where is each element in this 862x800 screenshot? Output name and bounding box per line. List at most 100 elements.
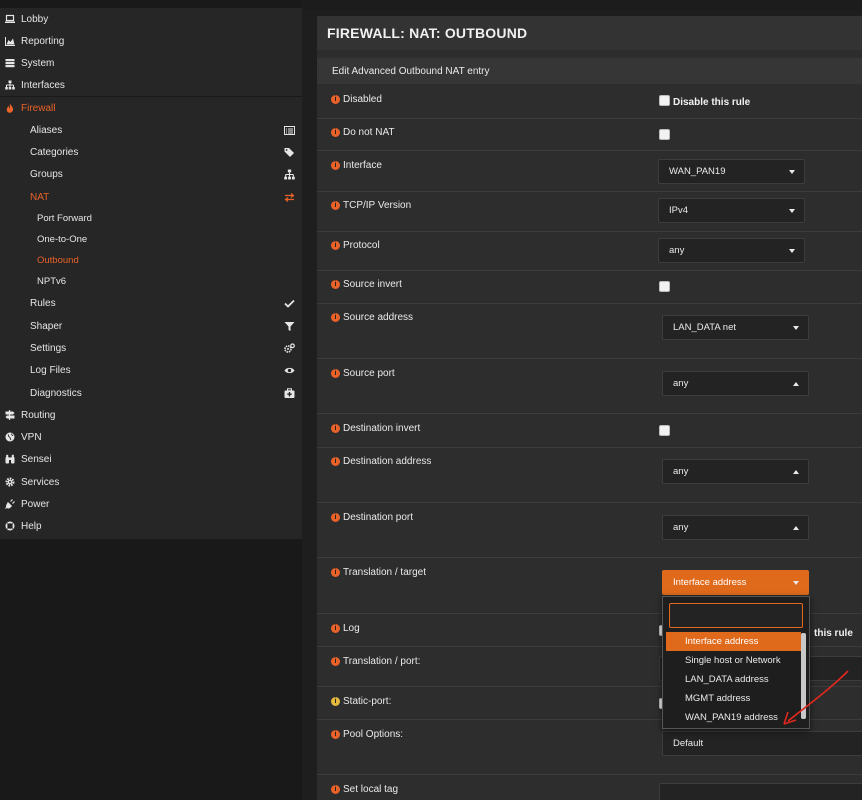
protocol-select[interactable]: any [658,238,805,263]
info-icon[interactable]: i [331,730,340,739]
life-ring-icon [4,521,16,531]
info-icon[interactable]: i [331,424,340,433]
sidebar-item-label: Routing [21,409,56,421]
sidebar-item-one-to-one[interactable]: One-to-One [37,229,87,250]
info-icon[interactable]: i [331,241,340,250]
row-divider [317,774,862,775]
info-icon[interactable]: i [331,785,340,794]
sidebar-item-outbound[interactable]: Outbound [37,250,79,271]
sidebar-item-help[interactable]: Help [0,515,302,537]
sidebar-item-diagnostics[interactable]: Diagnostics [30,382,82,404]
info-icon[interactable]: i [331,568,340,577]
disabled-checkbox-label: Disable this rule [673,97,751,108]
sidebar-item-power[interactable]: Power [0,493,302,515]
info-icon[interactable]: i [331,624,340,633]
source-port-select[interactable]: any [662,371,809,396]
sidebar: Lobby Reporting System Interfaces Firewa… [0,0,302,800]
sidebar-item-label: Interfaces [21,79,65,91]
dropdown-option-interface-address[interactable]: Interface address [666,632,801,651]
sitemap-icon [283,168,295,180]
list-alt-icon [283,124,295,136]
source-invert-checkbox[interactable] [659,281,670,292]
sidebar-item-sensei[interactable]: Sensei [0,448,302,470]
info-icon[interactable]: i [331,95,340,104]
info-icon[interactable]: i [331,201,340,210]
log-label: i Log [331,623,360,634]
destination-invert-checkbox[interactable] [659,425,670,436]
destination-port-label: i Destination port [331,512,413,523]
info-icon[interactable]: i [331,128,340,137]
sidebar-item-label: Lobby [21,13,49,25]
form-header: Edit Advanced Outbound NAT entry [317,58,862,84]
server-icon [4,58,16,68]
row-divider [317,413,862,414]
static-port-label: i Static-port: [331,696,391,707]
sidebar-item-nat[interactable]: NAT [30,186,49,208]
sidebar-item-categories[interactable]: Categories [30,141,78,163]
cog-icon [4,477,16,487]
sidebar-item-rules[interactable]: Rules [30,292,56,314]
row-divider [317,191,862,192]
source-address-select[interactable]: LAN_DATA net [662,315,809,340]
info-icon[interactable]: i [331,513,340,522]
info-icon[interactable]: i [331,457,340,466]
translation-target-select[interactable]: Interface address [662,570,809,595]
chevron-down-icon [793,581,799,585]
chevron-up-icon [793,382,799,386]
sidebar-item-label: Power [21,498,50,510]
destination-address-select[interactable]: any [662,459,809,484]
info-icon[interactable]: i [331,369,340,378]
sidebar-item-label: Services [21,476,60,488]
sidebar-item-vpn[interactable]: VPN [0,426,302,448]
sitemap-icon [4,80,16,90]
row-divider [317,270,862,271]
translation-port-label: i Translation / port: [331,656,420,667]
sidebar-item-routing[interactable]: Routing [0,404,302,426]
pool-options-label: i Pool Options: [331,729,403,740]
sidebar-item-shaper[interactable]: Shaper [30,315,62,337]
pool-options-select[interactable]: Default [662,731,862,756]
set-local-tag-label: i Set local tag [331,784,398,795]
sidebar-item-system[interactable]: System [0,52,302,74]
info-icon[interactable]: i [331,161,340,170]
sidebar-item-groups[interactable]: Groups [30,163,63,185]
do-not-nat-checkbox[interactable] [659,129,670,140]
info-icon[interactable]: i [331,280,340,289]
sidebar-item-log-files[interactable]: Log Files [30,359,71,381]
disabled-label: i Disabled [331,94,382,105]
sidebar-item-firewall[interactable]: Firewall [0,97,302,119]
sidebar-item-nptv6[interactable]: NPTv6 [37,271,66,292]
sidebar-item-port-forward[interactable]: Port Forward [37,208,92,229]
set-local-tag-input[interactable] [659,783,862,800]
sidebar-item-label: Sensei [21,453,52,465]
interface-select[interactable]: WAN_PAN19 [658,159,805,184]
info-icon[interactable]: i [331,657,340,666]
source-invert-label: i Source invert [331,279,402,290]
medkit-icon [283,387,295,399]
sidebar-item-reporting[interactable]: Reporting [0,30,302,52]
destination-address-label: i Destination address [331,456,431,467]
row-divider [317,502,862,503]
sidebar-item-services[interactable]: Services [0,471,302,493]
source-port-label: i Source port [331,368,395,379]
info-icon[interactable]: i [331,313,340,322]
tcpip-version-select[interactable]: IPv4 [658,198,805,223]
sidebar-item-aliases[interactable]: Aliases [30,119,62,141]
source-address-label: i Source address [331,312,413,323]
sidebar-item-label: System [21,57,55,69]
row-divider [317,118,862,119]
chevron-down-icon [789,209,795,213]
sidebar-item-label: Reporting [21,35,65,47]
top-bar [302,0,862,10]
tags-icon [283,146,295,158]
sidebar-item-lobby[interactable]: Lobby [0,8,302,30]
chevron-up-icon [793,470,799,474]
disabled-checkbox[interactable] [659,95,670,106]
sidebar-item-settings[interactable]: Settings [30,337,66,359]
interface-label: i Interface [331,160,382,171]
destination-port-select[interactable]: any [662,515,809,540]
info-icon[interactable]: i [331,697,340,706]
sidebar-item-interfaces[interactable]: Interfaces [0,74,302,96]
dropdown-search-input[interactable] [669,603,803,628]
do-not-nat-label: i Do not NAT [331,127,395,138]
